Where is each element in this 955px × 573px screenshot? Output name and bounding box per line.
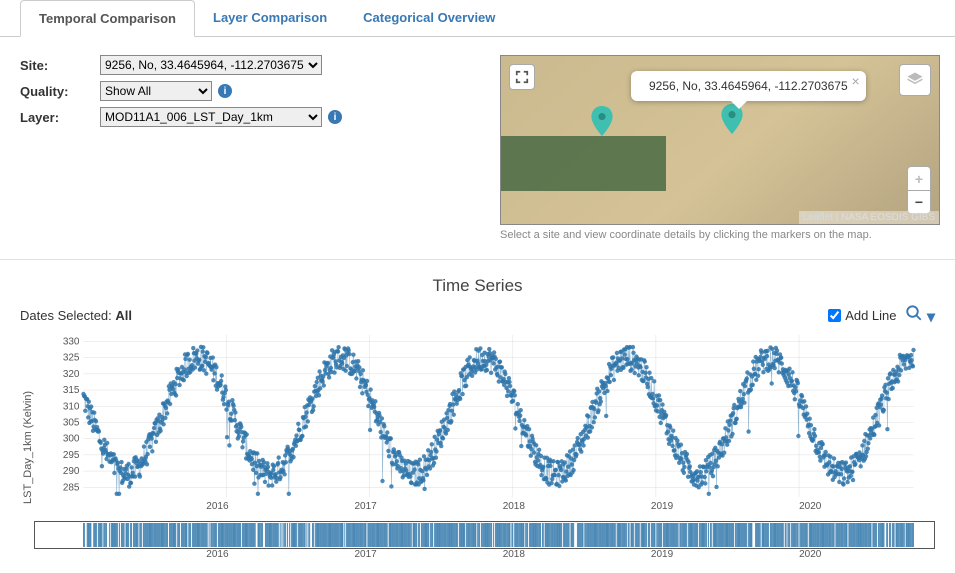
layer-label: Layer: <box>20 110 100 125</box>
info-icon[interactable]: i <box>328 110 342 124</box>
chart-title: Time Series <box>20 276 935 296</box>
tab-layer[interactable]: Layer Comparison <box>195 0 345 36</box>
site-select[interactable]: 9256, No, 33.4645964, -112.2703675 <box>100 55 322 75</box>
map-marker[interactable] <box>591 106 613 136</box>
quality-select[interactable]: Show All <box>100 81 212 101</box>
tab-bar: Temporal Comparison Layer Comparison Cat… <box>0 0 955 37</box>
map-popup: 9256, No, 33.4645964, -112.2703675 × <box>631 71 866 101</box>
layer-select[interactable]: MOD11A1_006_LST_Day_1km <box>100 107 322 127</box>
svg-text:305: 305 <box>63 417 80 428</box>
time-series-chart[interactable]: 285 290 295 300 305 310 315 320 325 330 <box>34 331 935 501</box>
site-label: Site: <box>20 58 100 73</box>
svg-text:330: 330 <box>63 336 80 347</box>
zoom-control: + − <box>907 166 931 214</box>
tab-temporal[interactable]: Temporal Comparison <box>20 0 195 37</box>
svg-text:300: 300 <box>63 434 80 445</box>
info-icon[interactable]: i <box>218 84 232 98</box>
tab-categorical[interactable]: Categorical Overview <box>345 0 513 36</box>
leaflet-link[interactable]: Leaflet <box>803 212 833 223</box>
svg-text:315: 315 <box>63 385 80 396</box>
map-hint: Select a site and view coordinate detail… <box>500 229 940 241</box>
close-icon[interactable]: × <box>851 73 859 89</box>
filters-panel: Site: 9256, No, 33.4645964, -112.2703675… <box>20 55 490 241</box>
add-line-checkbox[interactable]: Add Line <box>828 308 896 323</box>
svg-text:285: 285 <box>63 482 80 493</box>
dates-selected: Dates Selected: All <box>20 308 132 323</box>
svg-text:325: 325 <box>63 353 80 364</box>
layers-icon[interactable] <box>899 64 931 96</box>
zoom-in-button[interactable]: + <box>907 166 931 190</box>
overview-x-ticks: 20162017201820192020 <box>34 549 935 563</box>
svg-text:310: 310 <box>63 401 80 412</box>
quality-label: Quality: <box>20 84 100 99</box>
svg-text:290: 290 <box>63 466 80 477</box>
y-axis-label: LST_Day_1km (Kelvin) <box>20 331 34 563</box>
svg-text:295: 295 <box>63 450 80 461</box>
fullscreen-icon[interactable] <box>509 64 535 90</box>
svg-text:320: 320 <box>63 369 80 380</box>
overview-chart[interactable] <box>34 521 935 549</box>
map-popup-text: 9256, No, 33.4645964, -112.2703675 <box>649 79 848 93</box>
add-line-input[interactable] <box>828 309 841 322</box>
zoom-reset-icon[interactable]: ▾ <box>905 304 935 327</box>
x-axis-ticks: 20162017201820192020 <box>34 501 935 515</box>
map-attribution: Leaflet | NASA EOSDIS GIBS <box>799 211 939 224</box>
map[interactable]: + − 9256, No, 33.4645964, -112.2703675 ×… <box>500 55 940 225</box>
map-feature <box>501 136 666 191</box>
